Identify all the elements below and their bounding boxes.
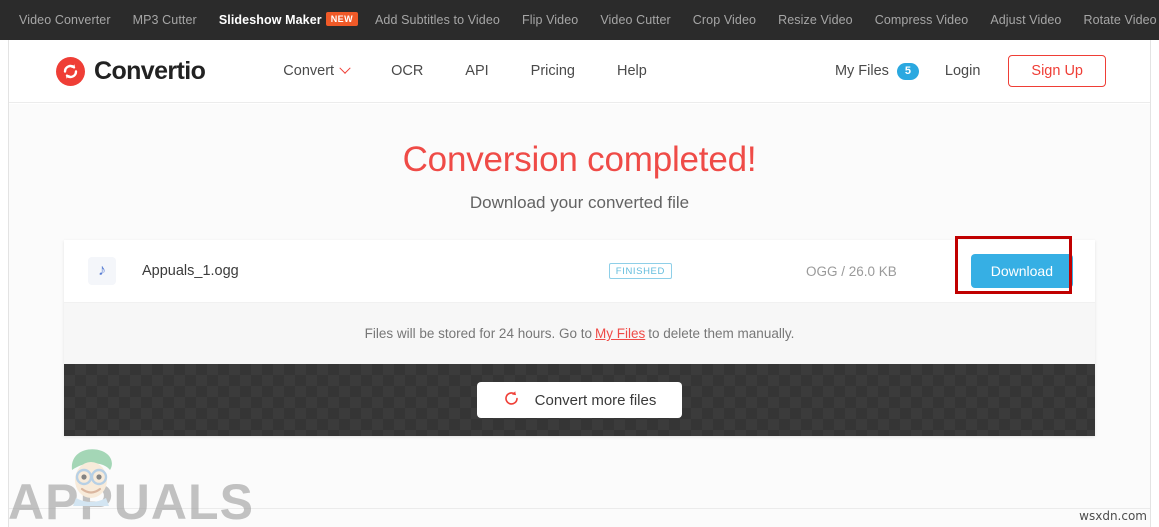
- my-files-label: My Files: [834, 63, 889, 79]
- topnav-item-resize-video[interactable]: Resize Video: [767, 0, 864, 40]
- topnav-label: Video Converter: [19, 13, 111, 27]
- login-link[interactable]: Login: [945, 63, 1008, 79]
- signup-button[interactable]: Sign Up: [1008, 54, 1106, 88]
- convert-more-label: Convert more files: [534, 391, 657, 409]
- topnav-item-slideshow-maker[interactable]: Slideshow Maker: [208, 0, 326, 40]
- nav-label: OCR: [391, 63, 424, 79]
- nav-label: Pricing: [530, 63, 575, 79]
- brand-name: Convertio: [94, 56, 206, 85]
- status-badge: FINISHED: [608, 262, 672, 280]
- topnav-label: Slideshow Maker: [218, 13, 322, 27]
- topnav-label: Adjust Video: [990, 13, 1062, 27]
- login-label: Login: [944, 63, 981, 79]
- my-files-link[interactable]: My Files 5: [834, 62, 945, 80]
- storage-notice-before: Files will be stored for 24 hours. Go to: [364, 326, 592, 341]
- topnav-label: Add Subtitles to Video: [374, 13, 500, 27]
- page-title: Conversion completed!: [402, 140, 757, 179]
- new-badge: NEW: [325, 12, 358, 26]
- nav-item-pricing[interactable]: Pricing: [510, 63, 596, 79]
- page-subtitle: Download your converted file: [469, 193, 690, 212]
- card-footer: Convert more files: [64, 364, 1095, 436]
- conversion-result-card: ♪ Appuals_1.ogg FINISHED OGG / 26.0 KB D…: [64, 236, 1095, 436]
- browser-page: Video Converter MP3 Cutter Slideshow Mak…: [0, 0, 1159, 527]
- page-right-edge: [1150, 40, 1151, 527]
- storage-notice-after: to delete them manually.: [648, 326, 795, 341]
- topnav-label: Rotate Video: [1083, 13, 1157, 27]
- topnav-item-compress-video[interactable]: Compress Video: [864, 0, 980, 40]
- download-area: Download: [954, 236, 1073, 294]
- topnav-item-mp3-cutter[interactable]: MP3 Cutter: [122, 0, 208, 40]
- topnav-item-crop-video[interactable]: Crop Video: [682, 0, 767, 40]
- top-tools-nav: Video Converter MP3 Cutter Slideshow Mak…: [0, 0, 1159, 40]
- my-files-inline-link[interactable]: My Files: [595, 326, 645, 341]
- bottom-divider: [9, 508, 1150, 509]
- refresh-icon: [503, 390, 520, 411]
- my-files-count-badge: 5: [896, 62, 919, 80]
- convertio-logo-icon: [56, 56, 85, 86]
- topnav-item-video-converter[interactable]: Video Converter: [8, 0, 122, 40]
- nav-item-help[interactable]: Help: [596, 63, 668, 79]
- file-name: Appuals_1.ogg: [142, 263, 239, 279]
- main-nav: Convert OCR API Pricing Help: [262, 62, 668, 79]
- topnav-label: Video Cutter: [600, 13, 671, 27]
- topnav-item-flip-video[interactable]: Flip Video: [511, 0, 589, 40]
- topnav-label: Compress Video: [874, 13, 969, 27]
- brand-logo[interactable]: Convertio: [56, 56, 206, 86]
- page-content: Conversion completed! Download your conv…: [9, 104, 1150, 527]
- topnav-item-video-cutter[interactable]: Video Cutter: [589, 0, 681, 40]
- wsxdn-watermark: wsxdn.com: [1079, 509, 1147, 523]
- music-note-icon: ♪: [88, 257, 116, 285]
- nav-label: Help: [617, 63, 647, 79]
- file-row: ♪ Appuals_1.ogg FINISHED OGG / 26.0 KB D…: [64, 236, 1095, 302]
- nav-item-convert[interactable]: Convert: [262, 62, 370, 79]
- header-actions: My Files 5 Login Sign Up: [834, 54, 1106, 88]
- convert-more-files-button[interactable]: Convert more files: [476, 382, 683, 418]
- topnav-label: Crop Video: [692, 13, 757, 27]
- chevron-down-icon: [339, 62, 351, 74]
- site-header: Convertio Convert OCR API Pricing Help M…: [9, 40, 1150, 103]
- file-meta: OGG / 26.0 KB: [805, 263, 897, 279]
- nav-label: Convert: [283, 63, 335, 79]
- download-button[interactable]: Download: [970, 254, 1073, 288]
- topnav-label: Flip Video: [521, 13, 579, 27]
- topnav-item-add-subtitles[interactable]: Add Subtitles to Video: [364, 0, 511, 40]
- nav-item-api[interactable]: API: [444, 63, 509, 79]
- topnav-item-adjust-video[interactable]: Adjust Video: [979, 0, 1072, 40]
- topnav-label: Resize Video: [778, 13, 853, 27]
- nav-label: API: [465, 63, 489, 79]
- storage-notice: Files will be stored for 24 hours. Go to…: [64, 302, 1095, 364]
- topnav-label: MP3 Cutter: [132, 13, 197, 27]
- nav-item-ocr[interactable]: OCR: [370, 63, 444, 79]
- topnav-item-rotate-video[interactable]: Rotate Video: [1072, 0, 1159, 40]
